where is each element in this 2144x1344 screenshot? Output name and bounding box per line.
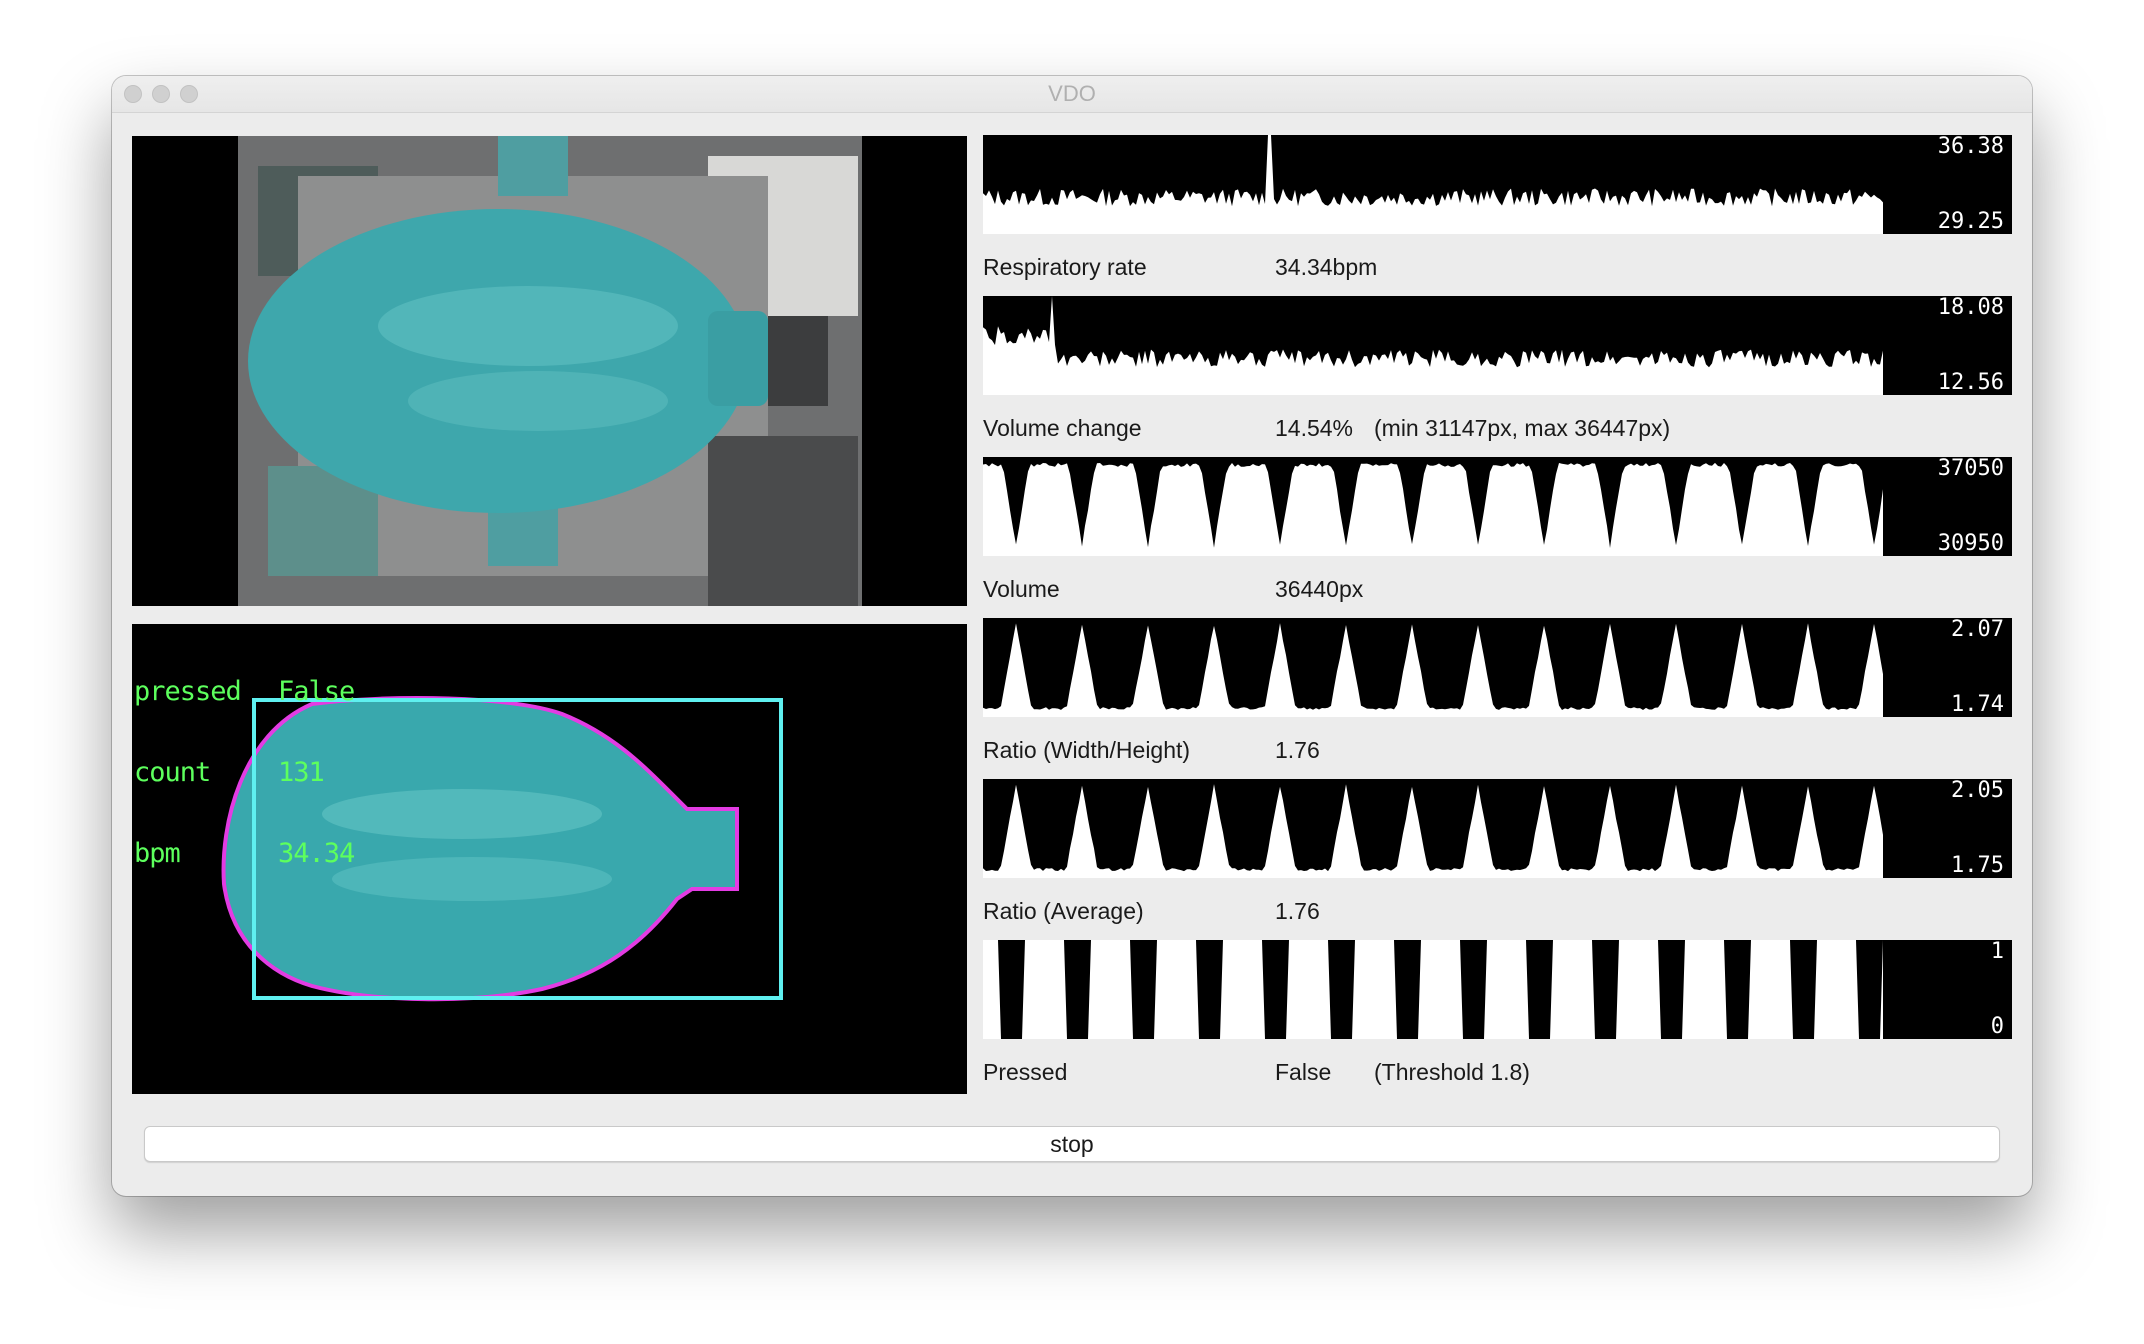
metric-value: 36440px	[1275, 576, 1364, 602]
chart-min-label: 0	[1990, 1014, 2004, 1039]
chart-trace	[983, 784, 1883, 878]
chart-max-label: 1	[1990, 939, 2004, 964]
metric-name: Ratio (Width/Height)	[983, 737, 1191, 763]
metric-name: Pressed	[983, 1059, 1068, 1085]
chart-1: 18.08 12.56	[983, 296, 2012, 395]
chart-min-label: 29.25	[1937, 209, 2004, 234]
chart-trace	[983, 462, 1883, 556]
metric-value: 1.76	[1275, 737, 1320, 763]
metric-extra: (Threshold 1.8)	[1374, 1059, 1530, 1085]
window-title: VDO	[1048, 81, 1096, 106]
chart-max-label: 36.38	[1937, 134, 2004, 159]
metric-value: 1.76	[1275, 898, 1320, 924]
overlay-keys: pressed count bpm	[134, 624, 242, 921]
overlay-value-bpm: 34.34	[278, 838, 355, 869]
chart-max-label: 18.08	[1937, 295, 2004, 320]
overlay-key-count: count	[134, 757, 211, 788]
overlay-value-pressed: False	[278, 676, 355, 707]
processed-feed: pressed count bpm False 131 34.34	[132, 624, 967, 1094]
chart-min-label: 1.75	[1951, 853, 2004, 878]
camera-feed	[132, 136, 967, 606]
chart-trace	[983, 296, 1883, 395]
metric-value: False	[1275, 1059, 1332, 1085]
stop-button[interactable]: stop	[144, 1126, 2000, 1162]
app-window: VDO pressed count bpm False 131 34.34 36…	[112, 76, 2032, 1196]
chart-min-label: 12.56	[1937, 370, 2004, 395]
chart-4: 2.05 1.75	[983, 779, 2012, 878]
overlay-key-bpm: bpm	[134, 838, 181, 869]
chart-trace	[983, 623, 1883, 717]
chart-5: 10	[983, 940, 2012, 1039]
title-bar: VDO	[112, 76, 2032, 113]
chart-trace	[983, 940, 1883, 1039]
metric-name: Volume	[983, 576, 1060, 602]
chart-min-label: 1.74	[1951, 692, 2004, 717]
camera-image	[238, 136, 862, 606]
chart-2: 37050 30950	[983, 457, 2012, 556]
metric-value: 34.34bpm	[1275, 254, 1378, 280]
overlay-value-count: 131	[278, 757, 325, 788]
chart-3: 2.07 1.74	[983, 618, 2012, 717]
metric-value: 14.54%	[1275, 415, 1354, 441]
chart-max-label: 37050	[1937, 456, 2004, 481]
metric-name: Ratio (Average)	[983, 898, 1144, 924]
metric-extra: (min 31147px, max 36447px)	[1374, 415, 1671, 441]
chart-trace	[983, 135, 1883, 234]
metric-name: Respiratory rate	[983, 254, 1147, 280]
chart-min-label: 30950	[1937, 531, 2004, 556]
chart-0: 36.38 29.25	[983, 135, 2012, 234]
chart-max-label: 2.07	[1951, 617, 2004, 642]
chart-max-label: 2.05	[1951, 778, 2004, 803]
overlay-values: False 131 34.34	[278, 624, 370, 921]
metric-name: Volume change	[983, 415, 1142, 441]
overlay-key-pressed: pressed	[134, 676, 242, 707]
